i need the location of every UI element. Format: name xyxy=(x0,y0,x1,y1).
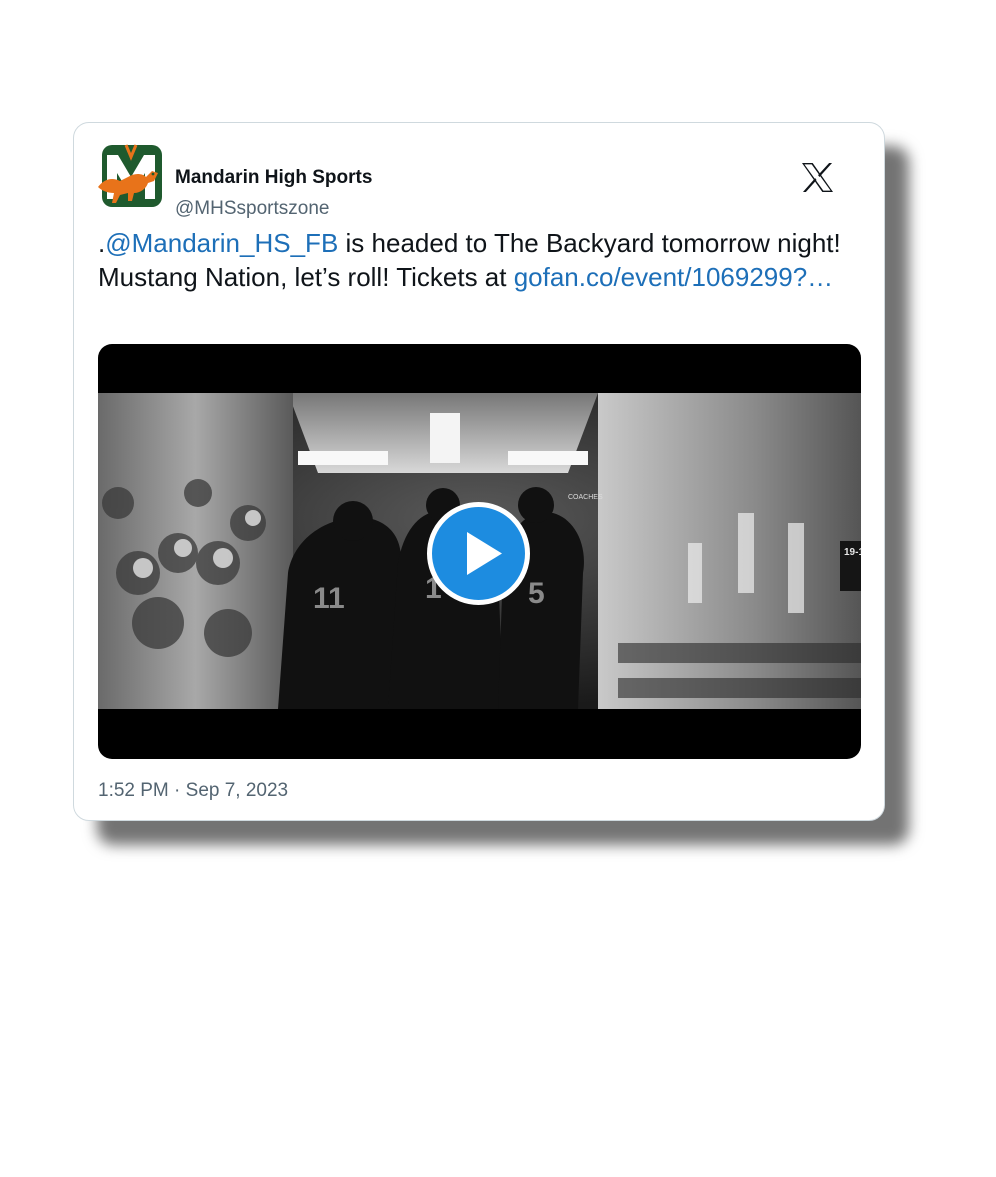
mention-link[interactable]: @Mandarin_HS_FB xyxy=(105,228,338,258)
tweet-card[interactable]: Mandarin High Sports @MHSsportszone .@Ma… xyxy=(73,122,885,821)
author-display-name[interactable]: Mandarin High Sports xyxy=(175,167,372,189)
jersey-number-1: 11 xyxy=(313,582,345,615)
mustang-logo-icon[interactable] xyxy=(98,143,164,209)
sign-text: COACHES xyxy=(568,494,603,501)
tickets-link[interactable]: gofan.co/event/1069299?… xyxy=(514,262,833,292)
scoreboard-text: 19-1 xyxy=(844,547,861,558)
tweet-timestamp[interactable]: 1:52 PM · Sep 7, 2023 xyxy=(98,780,288,802)
video-player[interactable]: 19-1 COACHES 11 1 5 xyxy=(98,344,861,759)
author-handle[interactable]: @MHSsportszone xyxy=(175,198,329,220)
x-logo-icon[interactable] xyxy=(801,162,834,193)
tweet-text: .@Mandarin_HS_FB is headed to The Backya… xyxy=(98,227,868,294)
play-icon[interactable] xyxy=(426,501,531,606)
tweet-header: Mandarin High Sports @MHSsportszone xyxy=(98,143,860,219)
